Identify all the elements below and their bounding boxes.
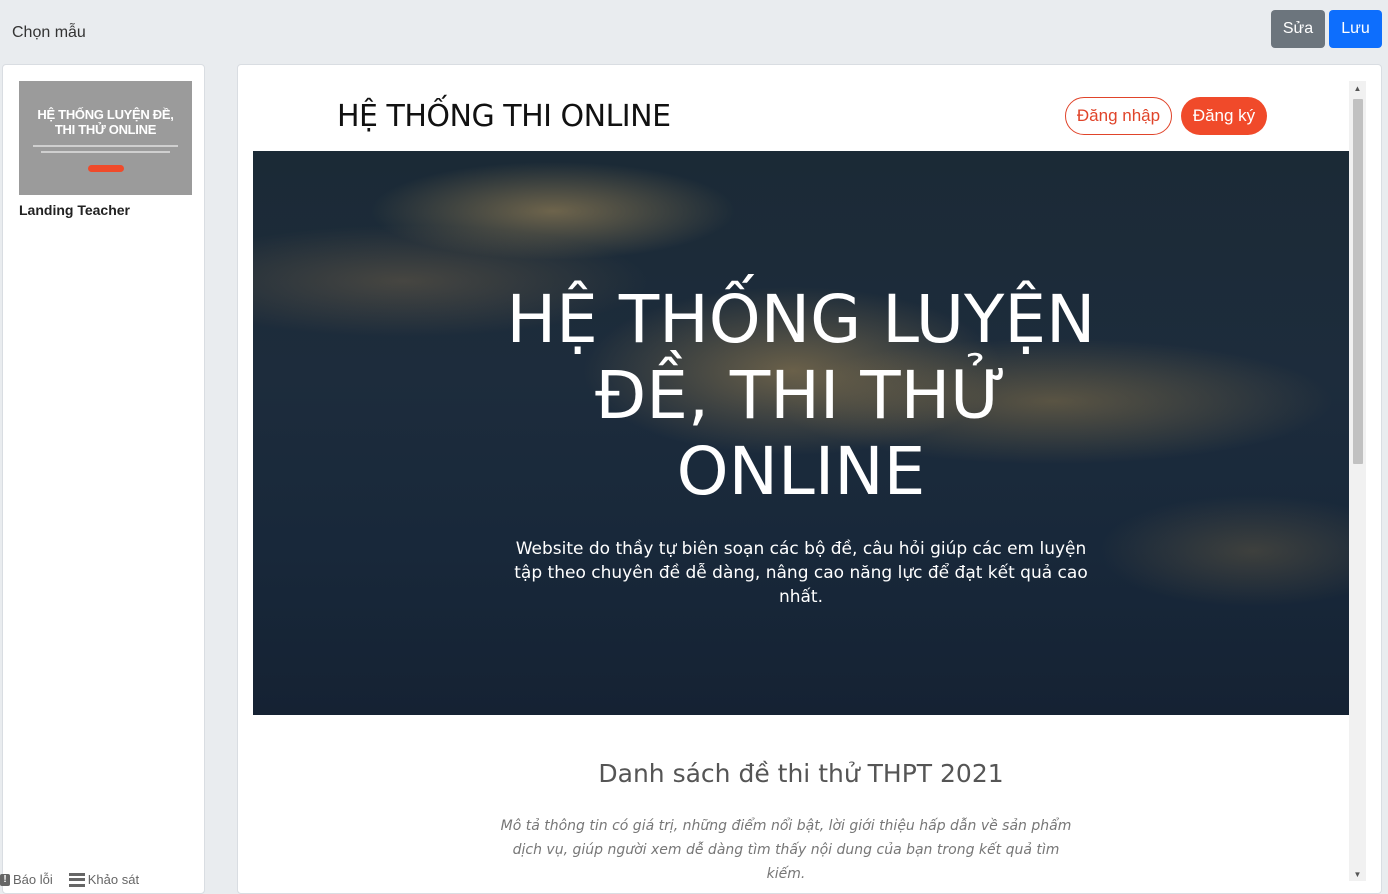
exclamation-icon: ! <box>0 873 10 886</box>
thumbnail-text-line <box>41 151 170 153</box>
site-title: HỆ THỐNG THI ONLINE <box>337 99 671 134</box>
login-button[interactable]: Đăng nhập <box>1065 97 1172 135</box>
list-icon <box>68 872 85 887</box>
thumbnail-title: HỆ THỐNG LUYỆN ĐỀ, THI THỬ ONLINE <box>19 107 192 137</box>
template-thumbnail[interactable]: HỆ THỐNG LUYỆN ĐỀ, THI THỬ ONLINE <box>19 81 192 195</box>
survey-label: Khảo sát <box>87 872 140 887</box>
template-sidebar: HỆ THỐNG LUYỆN ĐỀ, THI THỬ ONLINE Landin… <box>2 64 205 894</box>
thumbnail-text-line <box>33 145 178 147</box>
section-title: Danh sách đề thi thử THPT 2021 <box>598 759 1004 788</box>
scroll-up-icon[interactable]: ▲ <box>1349 81 1366 95</box>
hero-title-line: HỆ THỐNG LUYỆN <box>506 281 1096 358</box>
report-link[interactable]: ! Báo lỗi <box>0 872 53 887</box>
scroll-down-icon[interactable]: ▼ <box>1349 867 1366 881</box>
page-title: Chọn mẫu <box>12 24 86 41</box>
save-button[interactable]: Lưu <box>1329 10 1382 48</box>
hero-title-line: ONLINE <box>676 433 926 510</box>
section-description: Mô tả thông tin có giá trị, những điểm n… <box>500 818 1072 882</box>
register-button[interactable]: Đăng ký <box>1181 97 1267 135</box>
hero-subtitle: Website do thầy tự biên soạn các bộ đề, … <box>514 539 1088 607</box>
thumbnail-title-line: HỆ THỐNG LUYỆN ĐỀ, <box>37 107 174 122</box>
template-name[interactable]: Landing Teacher <box>19 202 130 218</box>
hero-banner: HỆ THỐNG LUYỆN ĐỀ, THI THỬ ONLINE Websit… <box>253 151 1349 715</box>
edit-button[interactable]: Sửa <box>1271 10 1325 48</box>
report-label: Báo lỗi <box>13 872 53 887</box>
survey-link[interactable]: Khảo sát <box>68 872 140 887</box>
footer-links: ! Báo lỗi Khảo sát <box>0 872 139 887</box>
scroll-thumb[interactable] <box>1353 99 1363 464</box>
thumbnail-title-line: THI THỬ ONLINE <box>54 122 157 137</box>
preview-scrollbar[interactable]: ▲ ▼ <box>1349 81 1366 881</box>
hero-title: HỆ THỐNG LUYỆN ĐỀ, THI THỬ ONLINE <box>253 282 1349 510</box>
template-preview: HỆ THỐNG THI ONLINE Đăng nhập Đăng ký HỆ… <box>237 64 1382 894</box>
hero-title-line: ĐỀ, THI THỬ <box>595 357 1007 434</box>
thumbnail-button <box>88 165 124 172</box>
